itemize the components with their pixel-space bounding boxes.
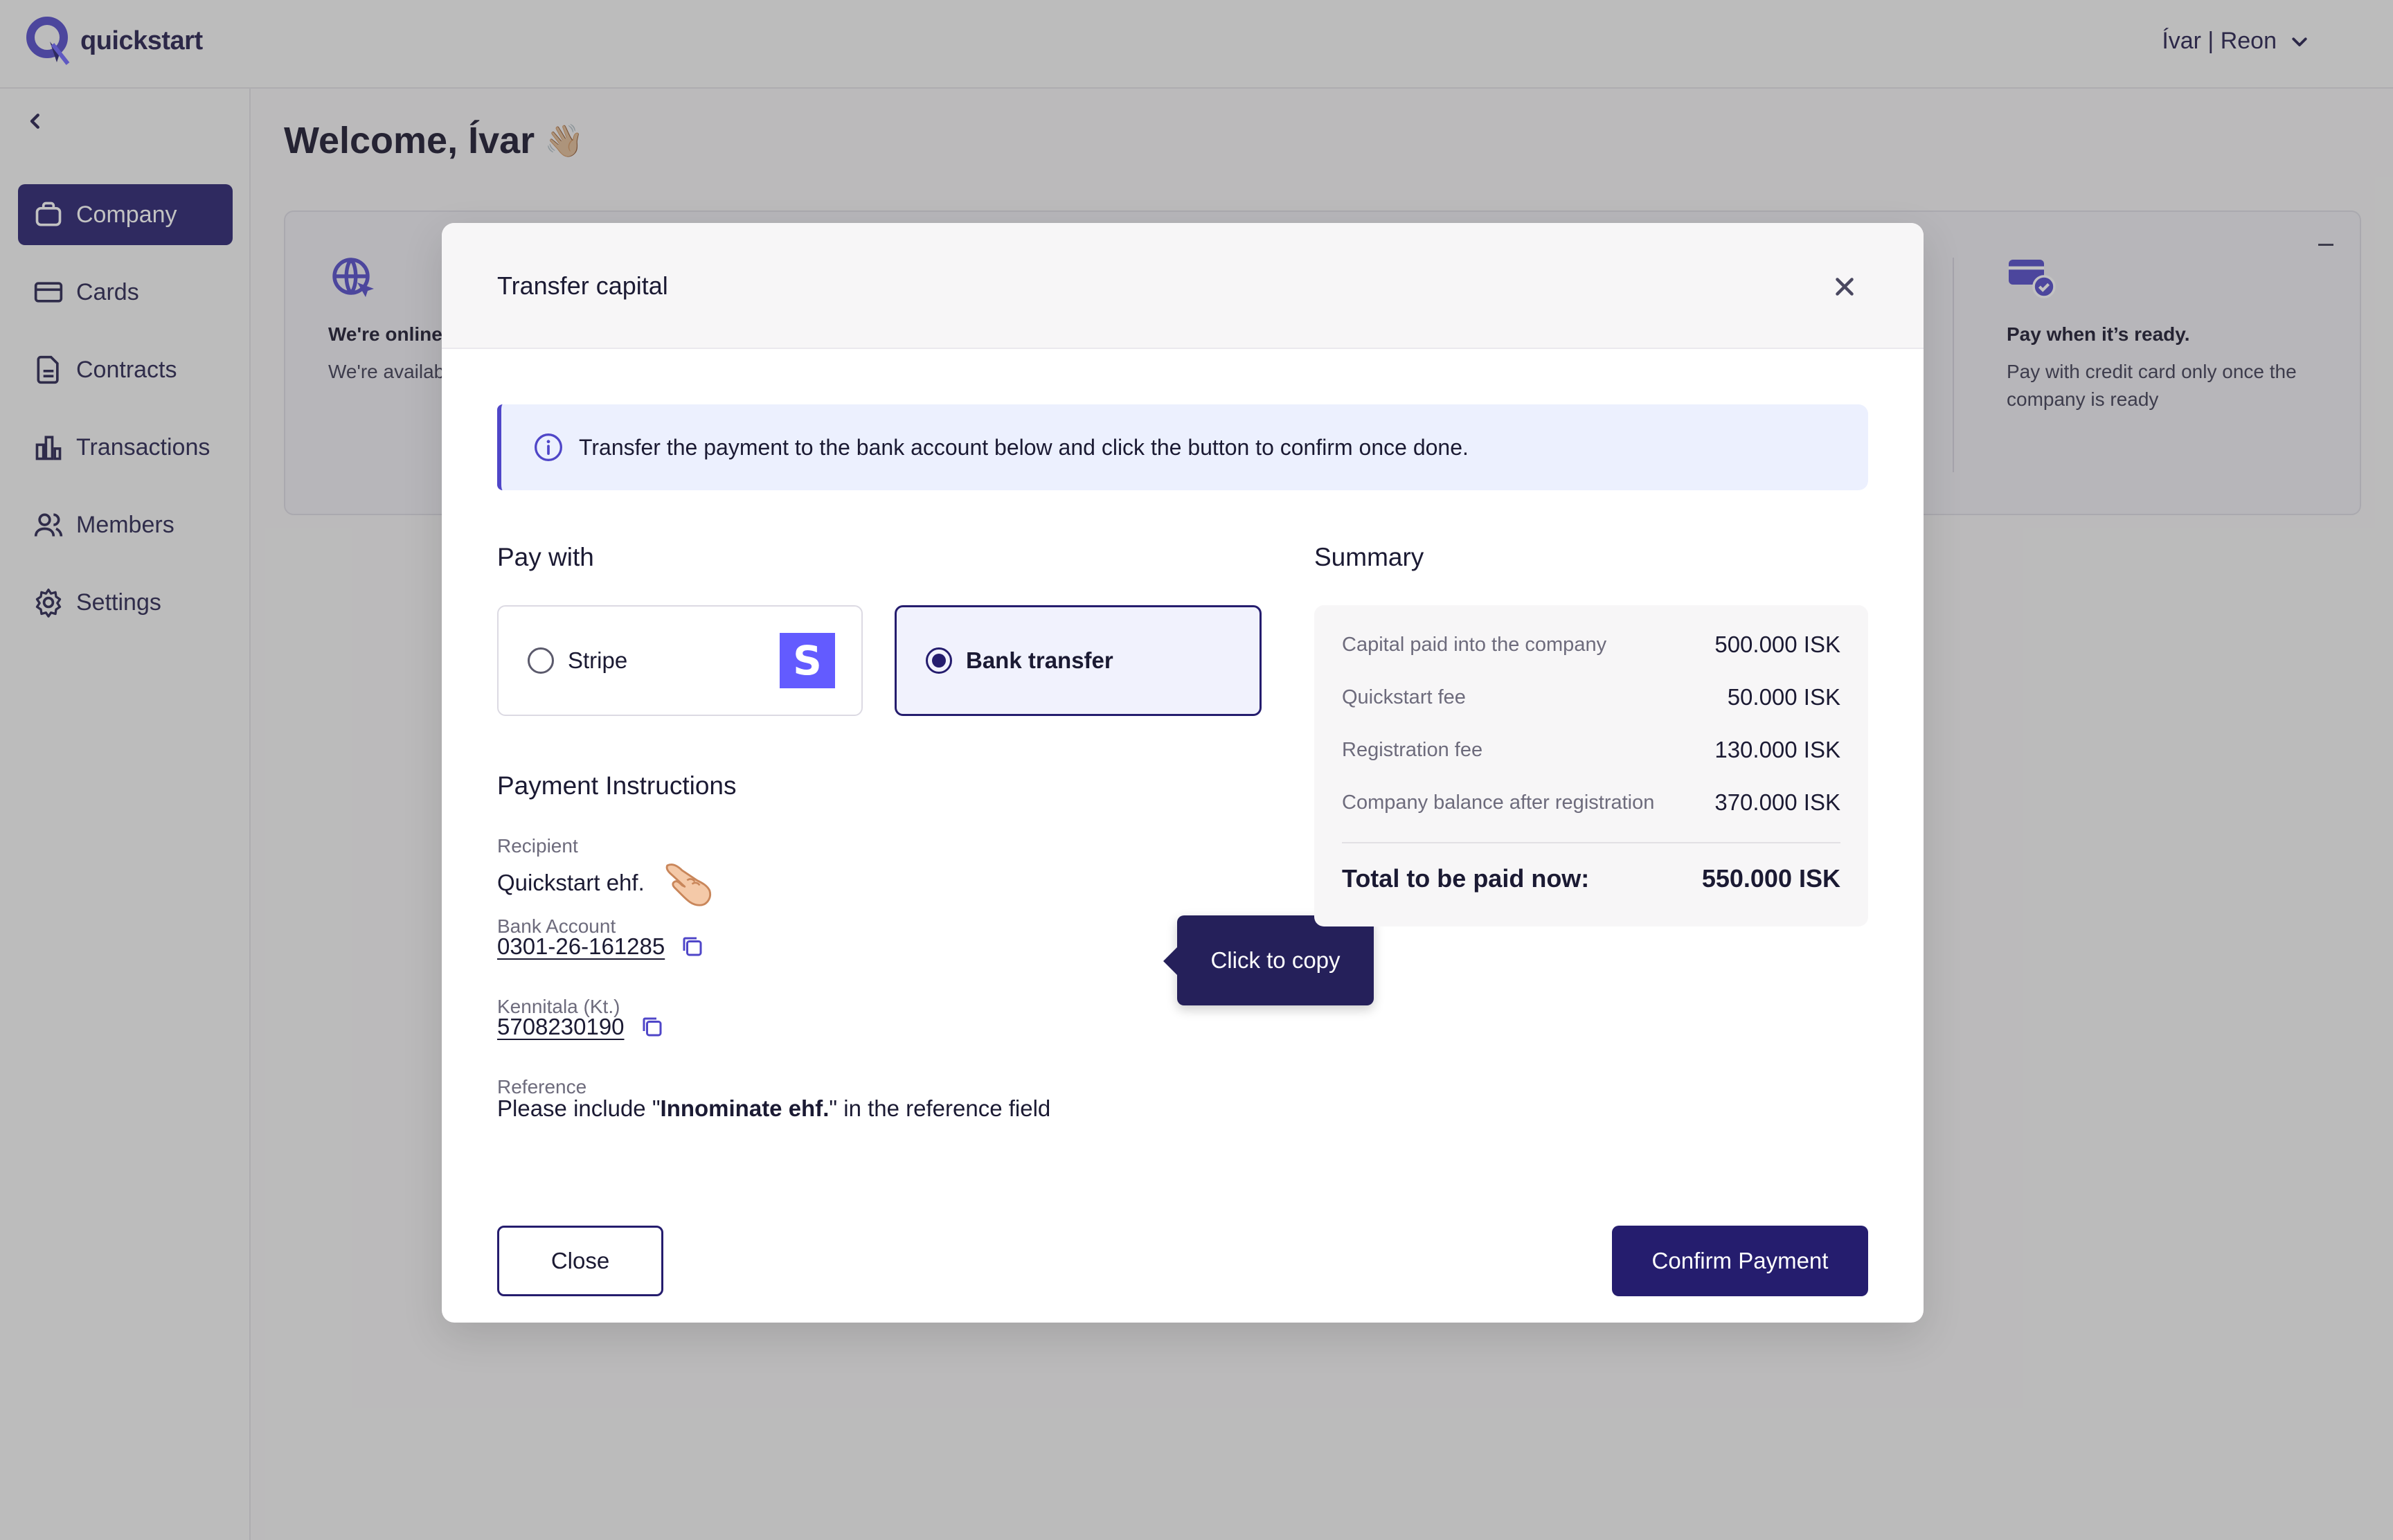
summary-row: Company balance after registration 370.0… [1342,789,1840,816]
summary-box: Capital paid into the company 500.000 IS… [1314,605,1868,926]
confirm-payment-button[interactable]: Confirm Payment [1612,1226,1868,1296]
close-icon[interactable] [1832,274,1857,299]
summary-value: 500.000 ISK [1714,632,1840,657]
bank-transfer-radio[interactable] [926,647,952,674]
summary-value: 370.000 ISK [1714,789,1840,815]
pay-option-label: Bank transfer [966,647,1113,673]
bank-account-value[interactable]: 0301-26-161285 [497,933,705,960]
kennitala-text[interactable]: 5708230190 [497,1014,625,1040]
pay-option-stripe[interactable]: Stripe S [497,605,863,716]
pointing-hand-cursor-icon [665,863,711,906]
modal-header: Transfer capital [442,223,1924,349]
copy-icon[interactable] [640,1014,665,1039]
summary-title: Summary [1314,543,1424,571]
stripe-radio[interactable] [528,647,554,674]
summary-label: Capital paid into the company [1342,633,1607,656]
summary-label: Quickstart fee [1342,686,1466,708]
bank-account-text[interactable]: 0301-26-161285 [497,933,665,960]
info-icon [535,433,562,461]
kennitala-value[interactable]: 5708230190 [497,1014,665,1040]
pay-option-label: Stripe [568,647,628,673]
divider [1342,842,1840,843]
reference-value: Please include " Innominate ehf. " in th… [497,1095,1050,1122]
pay-with-title: Pay with [497,543,594,571]
recipient-value: Quickstart ehf. [497,853,719,913]
transfer-capital-modal: Transfer capital Transfer the payment to… [442,223,1924,1323]
recipient-text: Quickstart ehf. [497,870,645,895]
payment-instructions-title: Payment Instructions [497,771,737,800]
total-value: 550.000 ISK [1701,864,1840,893]
summary-total-row: Total to be paid now: 550.000 ISK [1342,864,1840,893]
total-label: Total to be paid now: [1342,864,1590,893]
summary-value: 130.000 ISK [1714,737,1840,762]
reference-suffix: " in the reference field [829,1095,1051,1121]
alert-text: Transfer the payment to the bank account… [579,434,1469,460]
stripe-logo-icon: S [780,633,835,688]
reference-prefix: Please include " [497,1095,661,1121]
reference-company-name: Innominate ehf. [660,1095,830,1121]
close-button[interactable]: Close [497,1226,663,1296]
modal-title: Transfer capital [497,271,668,300]
summary-label: Company balance after registration [1342,791,1655,814]
summary-value: 50.000 ISK [1727,684,1840,710]
copy-icon[interactable] [680,934,705,959]
summary-label: Registration fee [1342,738,1483,761]
summary-row: Registration fee 130.000 ISK [1342,737,1840,763]
pay-option-bank-transfer[interactable]: Bank transfer [895,605,1262,716]
copy-tooltip: Click to copy [1163,915,1374,1005]
summary-row: Quickstart fee 50.000 ISK [1342,684,1840,710]
summary-row: Capital paid into the company 500.000 IS… [1342,632,1840,658]
info-alert: Transfer the payment to the bank account… [497,404,1868,490]
